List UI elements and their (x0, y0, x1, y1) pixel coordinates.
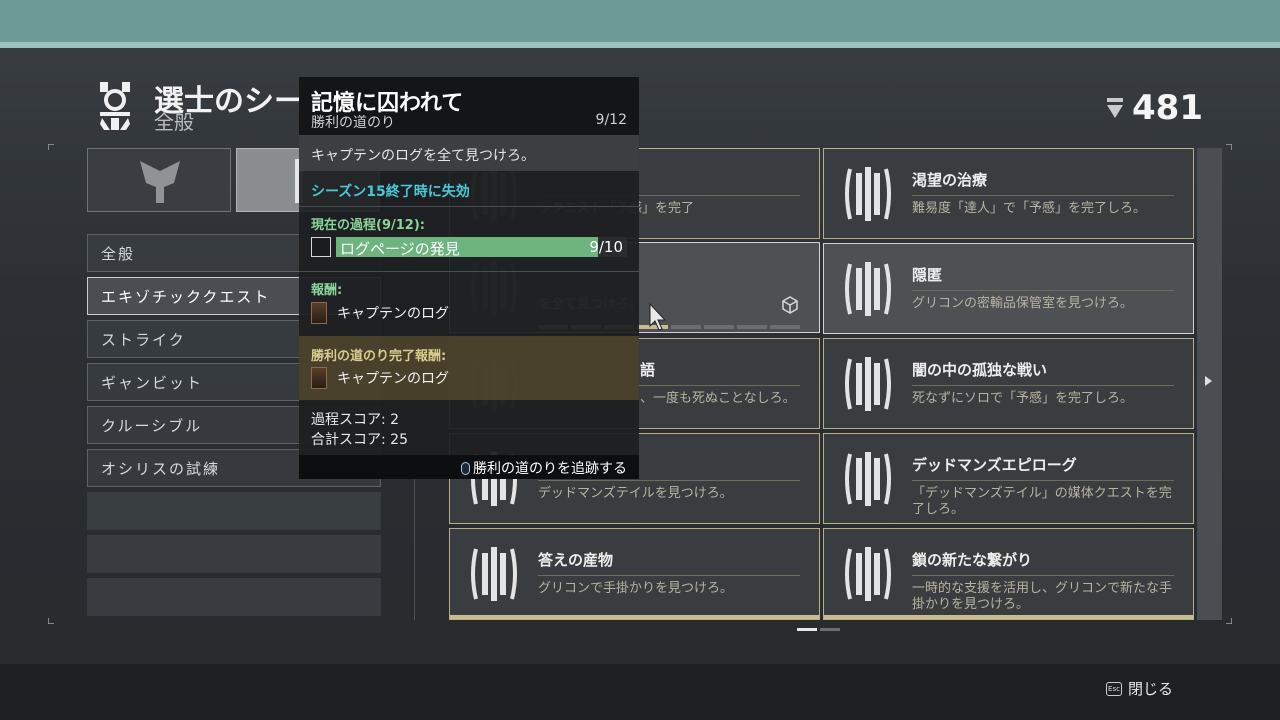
triumph-card-divider (912, 195, 1174, 196)
seal-logo-icon (100, 82, 130, 130)
page-indicator-active[interactable] (797, 628, 817, 631)
triumph-card-description: デッドマンズテイルを見つけろ。 (538, 486, 733, 501)
triumph-card-description: 、一度も死ぬことなしろ。 (640, 391, 796, 406)
path-reward-section: 勝利の道のり完了報酬: キャプテンのログ (299, 336, 639, 400)
triumph-card-title: 鎖の新たな繋がり (912, 551, 1033, 569)
corner-bracket (1226, 618, 1232, 624)
tooltip-description-box: キャプテンのログを全て見つけろ。 (299, 135, 639, 171)
triumph-card-description: グリコンで手掛かりを見つけろ。 (538, 581, 734, 596)
triumph-emblem-icon (845, 167, 891, 221)
reward-item: キャプテンのログ (337, 306, 449, 322)
triumph-emblem-icon (471, 547, 517, 601)
triumph-emblem-icon (845, 547, 891, 601)
corner-bracket (48, 144, 54, 150)
path-reward-label: 勝利の道のり完了報酬: (311, 349, 447, 364)
bottom-band (0, 664, 1280, 720)
objective-label: ログページの発見 (340, 240, 460, 258)
step-score: 過程スコア: 2 (311, 412, 400, 428)
current-step-label: 現在の過程(9/12): (311, 218, 425, 233)
triumph-score: 481 (1106, 88, 1203, 128)
path-reward-item: キャプテンのログ (337, 371, 449, 387)
triumph-card-title: 隠匿 (912, 266, 943, 284)
triumph-emblem-icon (845, 357, 891, 411)
triumph-card-progress (824, 615, 1193, 619)
triumph-card-title: 語 (640, 361, 656, 379)
triumph-card[interactable]: デッドマンズエピローグ 「デッドマンズテイル」の媒体クエストを完了しろ。 (823, 433, 1194, 524)
objective-checkbox (311, 237, 331, 257)
total-score: 合計スコア: 25 (311, 432, 408, 448)
triumph-card-divider (538, 480, 800, 481)
corner-bracket (48, 618, 54, 624)
menu-empty-slot (87, 535, 381, 573)
page-indicator[interactable] (820, 628, 840, 631)
menu-empty-slot (87, 492, 381, 530)
score-value: 481 (1132, 88, 1203, 128)
top-banner (0, 0, 1280, 42)
chevron-right-icon[interactable] (1205, 376, 1212, 386)
cube-icon (782, 296, 798, 314)
objective-count: 9/10 (589, 238, 623, 256)
triumph-card[interactable]: 闇の中の孤独な戦い 死なずにソロで「予感」を完了しろ。 (823, 338, 1194, 429)
tooltip-subtitle: 勝利の道のり (311, 115, 395, 131)
triumph-card-title: 渇望の治療 (912, 171, 988, 189)
triumph-card-title: 答えの産物 (538, 551, 614, 569)
track-action[interactable]: 勝利の道のりを追跡する (461, 458, 627, 478)
track-action-label: 勝利の道のりを追跡する (473, 461, 627, 477)
triumph-score-icon (1107, 98, 1123, 118)
tooltip-header: 記憶に囚われて 勝利の道のり 9/12 (299, 77, 639, 135)
triumph-card-title: デッドマンズエピローグ (912, 456, 1077, 474)
triumph-card-title: 闇の中の孤独な戦い (912, 361, 1048, 379)
mouse-icon (461, 461, 470, 475)
esc-key-icon: Esc (1106, 681, 1122, 696)
triumph-card[interactable]: 鎖の新たな繋がり 一時的な支援を活用し、グリコンで新たな手掛かりを見つけろ。 (823, 528, 1194, 620)
close-button[interactable]: Esc 閉じる (1106, 678, 1173, 699)
path-reward-row: キャプテンのログ (311, 367, 449, 389)
close-label: 閉じる (1128, 680, 1174, 698)
captains-log-icon (311, 302, 327, 324)
triumph-tooltip: 記憶に囚われて 勝利の道のり 9/12 キャプテンのログを全て見つけろ。 シーズ… (299, 77, 639, 479)
triumph-card-divider (538, 575, 800, 576)
triumph-card[interactable]: 隠匿 グリコンの密輸品保管室を見つけろ。 (823, 243, 1194, 334)
tooltip-progress: 9/12 (595, 112, 627, 128)
page-subtitle: 全般 (154, 110, 194, 134)
triumph-card-description: グリコンの密輸品保管室を見つけろ。 (912, 296, 1134, 311)
triumph-card-description: 一時的な支援を活用し、グリコンで新たな手掛かりを見つけろ。 (912, 581, 1173, 612)
triumph-card-divider (912, 385, 1174, 386)
crest-icon (140, 161, 180, 203)
tooltip-footer: 勝利の道のりを追跡する (299, 455, 639, 479)
menu-empty-slot (87, 578, 381, 616)
triumph-card-progress (450, 615, 819, 619)
reward-row: キャプテンのログ (311, 302, 449, 324)
triumph-card-divider (912, 575, 1174, 576)
triumph-card-description: 「デッドマンズテイル」の媒体クエストを完了しろ。 (912, 486, 1172, 517)
captains-log-icon (311, 367, 327, 389)
expiration-note: シーズン15終了時に失効 (311, 184, 470, 200)
reward-label: 報酬: (311, 283, 343, 298)
top-banner-line (0, 42, 1280, 48)
objective-row: ログページの発見 9/10 (311, 237, 627, 258)
triumph-card-divider (912, 290, 1174, 291)
objective-progress-bar: ログページの発見 9/10 (336, 237, 627, 258)
tooltip-description: キャプテンのログを全て見つけろ。 (311, 148, 535, 164)
tooltip-divider (299, 271, 639, 272)
triumph-card[interactable]: 答えの産物 グリコンで手掛かりを見つけろ。 (449, 528, 820, 620)
category-tile-crest[interactable] (87, 148, 231, 212)
tooltip-divider (299, 206, 639, 207)
corner-bracket (1226, 144, 1232, 150)
triumph-card-description: 難易度「達人」で「予感」を完了しろ。 (912, 201, 1147, 216)
pointer-cursor-icon (649, 302, 667, 331)
triumph-emblem-icon (845, 262, 891, 316)
triumph-card[interactable]: 渇望の治療 難易度「達人」で「予感」を完了しろ。 (823, 148, 1194, 239)
triumph-card-divider (912, 480, 1174, 481)
triumph-card-description: 死なずにソロで「予感」を完了しろ。 (912, 391, 1134, 406)
triumph-emblem-icon (845, 452, 891, 506)
